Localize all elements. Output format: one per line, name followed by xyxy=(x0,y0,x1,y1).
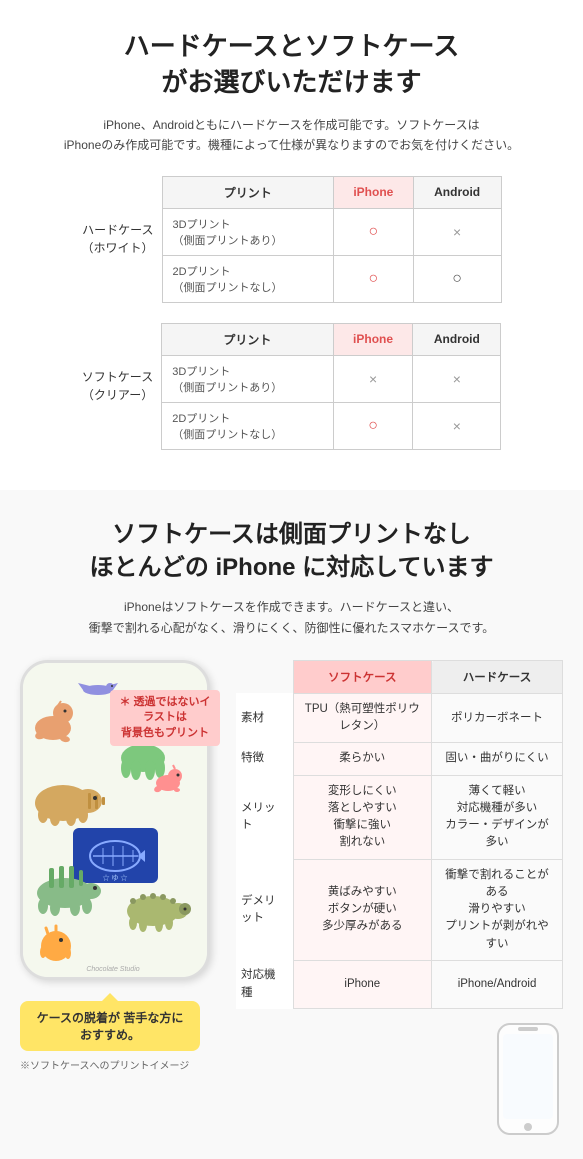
android-value: ○ xyxy=(413,255,501,302)
col-android-header: Android xyxy=(413,323,501,355)
soft-value: TPU（熱可塑性ポリウレタン） xyxy=(293,693,432,743)
section1: ハードケースとソフトケース がお選びいただけます iPhone、Androidと… xyxy=(0,0,583,490)
phone-area-bottom: ケースの脱着が 苦手な方におすすめ。 ※ソフトケースへのプリントイメージ xyxy=(20,991,220,1072)
title-line2: がお選びいただけます xyxy=(161,67,421,97)
callout-area: ケースの脱着が 苦手な方におすすめ。 xyxy=(20,991,220,1051)
yellow-callout-text: ケースの脱着が 苦手な方におすすめ。 xyxy=(37,1011,184,1042)
soft-value: iPhone xyxy=(293,960,432,1009)
table-row: 素材 TPU（熱可塑性ポリウレタン） ポリカーボネート xyxy=(236,693,563,743)
row-label: 2Dプリント（側面プリントなし） xyxy=(162,255,333,302)
android-value: × xyxy=(413,355,501,402)
section1-title: ハードケースとソフトケース がお選びいただけます xyxy=(30,28,553,101)
soft-case-table: プリント iPhone Android 3Dプリント（側面プリントあり） × ×… xyxy=(161,323,501,450)
col-android-header: Android xyxy=(413,176,501,208)
col-print-header: プリント xyxy=(162,176,333,208)
table-row: 対応機種 iPhone iPhone/Android xyxy=(236,960,563,1009)
table-row: デメリット 黄ばみやすいボタンが硬い多少厚みがある 衝撃で割れることがある滑りや… xyxy=(236,859,563,960)
hard-case-table: プリント iPhone Android 3Dプリント（側面プリントあり） ○ ×… xyxy=(162,176,502,303)
hard-case-label: ハードケース（ホワイト） xyxy=(81,221,153,257)
row-label: 対応機種 xyxy=(236,960,293,1009)
soft-case-label: ソフトケース（クリアー） xyxy=(82,368,153,404)
comparison-area: 透過ではないイラストは背景色もプリント xyxy=(20,660,563,1140)
soft-case-header: ソフトケース xyxy=(293,660,432,693)
row-label: 3Dプリント（側面プリントあり） xyxy=(162,355,333,402)
pink-label: 透過ではないイラストは背景色もプリント xyxy=(110,690,220,746)
col-iphone-header: iPhone xyxy=(333,176,413,208)
soft-value: 変形しにくい落としやすい衝撃に強い割れない xyxy=(293,775,432,859)
col-print-header: プリント xyxy=(162,323,333,355)
iphone-value: ○ xyxy=(333,255,413,302)
row-label: 3Dプリント（側面プリントあり） xyxy=(162,208,333,255)
table-row: 2Dプリント（側面プリントなし） ○ ○ xyxy=(162,255,501,302)
title-line2: ほとんどの iPhone に対応しています xyxy=(90,554,494,581)
soft-value: 黄ばみやすいボタンが硬い多少厚みがある xyxy=(293,859,432,960)
section1-subtitle: iPhone、Androidともにハードケースを作成可能です。ソフトケースは i… xyxy=(30,115,553,156)
hard-value: 衝撃で割れることがある滑りやすいプリントが剥がれやすい xyxy=(432,859,563,960)
table-row: メリット 変形しにくい落としやすい衝撃に強い割れない 薄くて軽い対応機種が多いカ… xyxy=(236,775,563,859)
iphone-value: ○ xyxy=(333,402,413,449)
clear-phone-area xyxy=(236,1019,563,1139)
iphone-value: × xyxy=(333,355,413,402)
yellow-callout: ケースの脱着が 苦手な方におすすめ。 xyxy=(20,1001,200,1051)
row-label: 特徴 xyxy=(236,743,293,775)
hard-value: 固い・曲がりにくい xyxy=(432,743,563,775)
table-row: 3Dプリント（側面プリントあり） ○ × xyxy=(162,208,501,255)
row-label: 2Dプリント（側面プリントなし） xyxy=(162,402,333,449)
android-value: × xyxy=(413,402,501,449)
hard-value: 薄くて軽い対応機種が多いカラー・デザインが多い xyxy=(432,775,563,859)
table-row: 2Dプリント（側面プリントなし） ○ × xyxy=(162,402,501,449)
title-line1: ハードケースとソフトケース xyxy=(124,31,459,61)
svg-text:Chocolate Studio: Chocolate Studio xyxy=(86,966,139,973)
section2-title: ソフトケースは側面プリントなし ほとんどの iPhone に対応しています xyxy=(20,518,563,585)
soft-case-table-wrapper: ソフトケース（クリアー） プリント iPhone Android 3Dプリント（… xyxy=(30,323,553,450)
phone-area: 透過ではないイラストは背景色もプリント xyxy=(20,660,220,1072)
row-label: デメリット xyxy=(236,859,293,960)
svg-text:☆ ゆ ☆: ☆ ゆ ☆ xyxy=(103,873,128,882)
table-row: 特徴 柔らかい 固い・曲がりにくい xyxy=(236,743,563,775)
hard-value: iPhone/Android xyxy=(432,960,563,1009)
section2: ソフトケースは側面プリントなし ほとんどの iPhone に対応しています iP… xyxy=(0,490,583,1159)
comp-table-area: ソフトケース ハードケース 素材 TPU（熱可塑性ポリウレタン） ポリカーボネー… xyxy=(236,660,563,1140)
col-iphone-header: iPhone xyxy=(333,323,413,355)
table-row: 3Dプリント（側面プリントあり） × × xyxy=(162,355,501,402)
small-note: ※ソフトケースへのプリントイメージ xyxy=(20,1057,220,1072)
hard-case-header: ハードケース xyxy=(432,660,563,693)
section2-subtitle: iPhoneはソフトケースを作成できます。ハードケースと違い、 衝撃で割れる心配… xyxy=(20,597,563,640)
row-label: 素材 xyxy=(236,693,293,743)
soft-value: 柔らかい xyxy=(293,743,432,775)
hard-case-table-wrapper: ハードケース（ホワイト） プリント iPhone Android 3Dプリント（… xyxy=(30,176,553,303)
clear-phone-svg xyxy=(493,1019,563,1139)
title-line1: ソフトケースは側面プリントなし xyxy=(112,521,471,548)
comparison-table: ソフトケース ハードケース 素材 TPU（熱可塑性ポリウレタン） ポリカーボネー… xyxy=(236,660,563,1010)
row-label: メリット xyxy=(236,775,293,859)
hard-value: ポリカーボネート xyxy=(432,693,563,743)
android-value: × xyxy=(413,208,501,255)
iphone-value: ○ xyxy=(333,208,413,255)
